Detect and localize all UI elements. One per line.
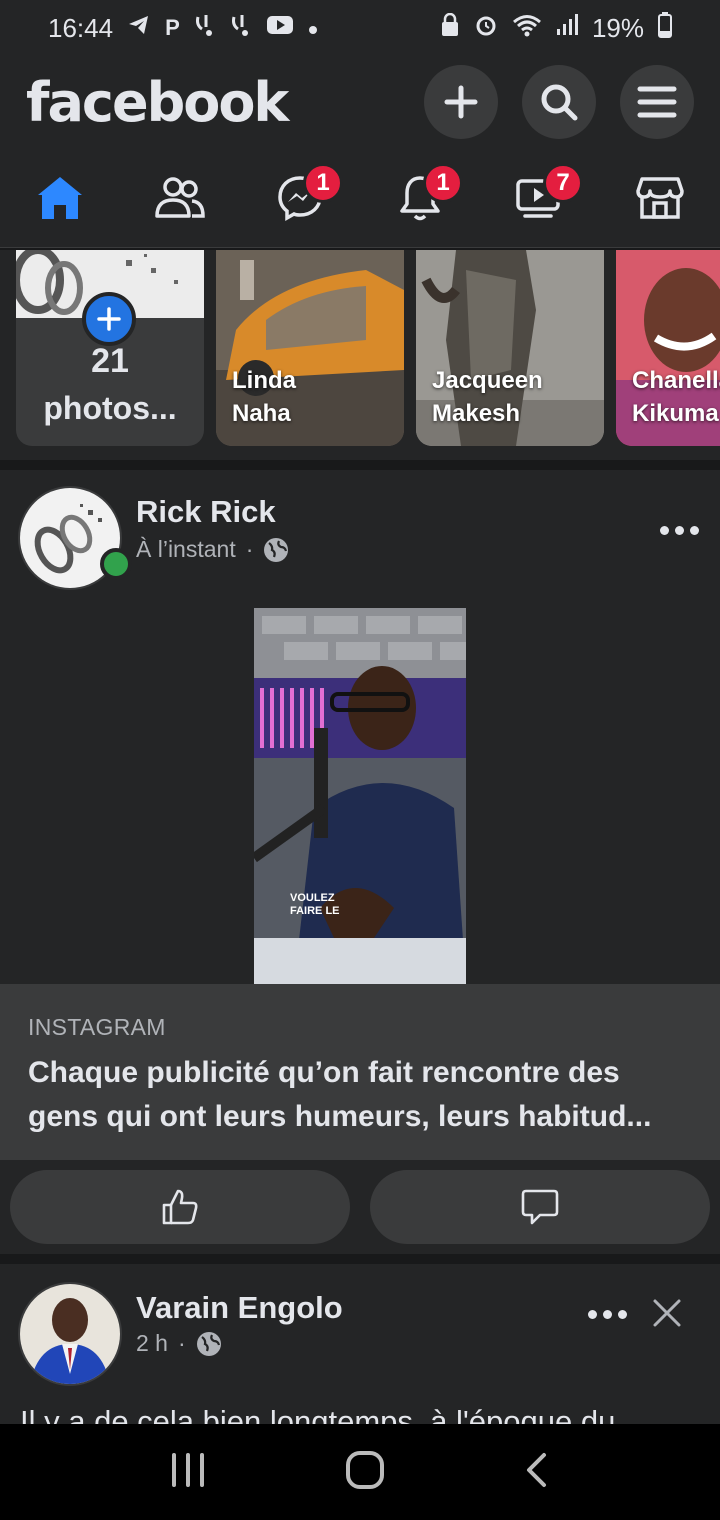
tab-marketplace[interactable]	[625, 163, 695, 233]
lock-icon	[440, 12, 460, 44]
avatar[interactable]	[18, 1282, 122, 1386]
post-video-thumbnail[interactable]: VOULEZ FAIRE LE	[254, 608, 466, 984]
like-button[interactable]	[10, 1170, 350, 1244]
link-preview[interactable]: INSTAGRAM Chaque publicité qu’on fait re…	[0, 984, 720, 1160]
post-options-button[interactable]	[660, 526, 699, 535]
story-photo-label: photos...	[43, 390, 177, 426]
messenger-badge: 1	[303, 162, 343, 203]
post-meta: À l’instant ·	[136, 536, 289, 563]
back-icon	[527, 1452, 547, 1487]
tab-notifications[interactable]: 1	[385, 162, 463, 233]
globe-icon	[264, 537, 289, 562]
more-dot-icon	[588, 1310, 597, 1319]
alarm-icon	[474, 13, 498, 44]
search-icon	[541, 84, 578, 121]
telegram-icon	[127, 13, 151, 43]
create-story-card[interactable]: 21 photos...	[16, 250, 204, 446]
hide-post-button[interactable]	[652, 1298, 682, 1328]
post-time[interactable]: 2 h	[136, 1330, 168, 1357]
status-time: 16:44	[48, 12, 114, 43]
post-author[interactable]: Varain Engolo	[136, 1290, 343, 1326]
comment-icon	[521, 1189, 559, 1225]
globe-icon	[196, 1331, 221, 1356]
link-title: Chaque publicité qu’on fait rencontre de…	[28, 1056, 652, 1133]
story-card[interactable]: Chanella Kikuma	[616, 250, 720, 446]
post-text: Il y a de cela bien longtemps, à l'époqu…	[20, 1404, 616, 1424]
home-nav-button[interactable]	[345, 1450, 385, 1495]
search-button[interactable]	[522, 65, 596, 139]
story-author: Chanella Kikuma	[632, 367, 720, 427]
post-time[interactable]: À l’instant	[136, 536, 236, 563]
post-meta: 2 h ·	[136, 1330, 222, 1357]
wifi-icon	[512, 13, 542, 44]
notification-icon	[230, 13, 252, 43]
system-nav-bar	[0, 1424, 720, 1520]
notifications-badge: 1	[423, 162, 463, 203]
home-circle-icon	[345, 1450, 384, 1489]
facebook-logo[interactable]: facebook	[26, 71, 289, 134]
notification-icon	[194, 13, 216, 43]
app-header: facebook	[0, 56, 720, 148]
battery-text: 19%	[591, 12, 644, 43]
story-card[interactable]: Linda Naha	[216, 250, 404, 446]
thumbs-up-icon	[162, 1189, 198, 1225]
more-dot-icon	[660, 526, 669, 535]
tab-home[interactable]	[25, 163, 95, 233]
home-icon	[38, 176, 82, 219]
add-icon	[444, 85, 478, 119]
back-button[interactable]	[524, 1452, 550, 1493]
feed-post: Varain Engolo 2 h · Il y a de cela bien …	[0, 1264, 720, 1424]
meta-separator: ·	[177, 1330, 186, 1356]
recents-icon	[171, 1452, 204, 1487]
close-icon	[653, 1299, 681, 1327]
comment-button[interactable]	[370, 1170, 710, 1244]
post-actions	[0, 1170, 720, 1244]
tab-friends[interactable]	[145, 163, 215, 233]
friends-icon	[155, 176, 205, 218]
plus-icon	[97, 307, 121, 331]
main-nav: 1 1 7	[0, 148, 720, 248]
tab-watch[interactable]: 7	[505, 162, 583, 233]
recent-apps-button[interactable]	[170, 1452, 206, 1492]
add-story-button[interactable]	[82, 292, 136, 346]
dot-icon	[308, 15, 318, 41]
watch-badge: 7	[543, 162, 583, 203]
signal-icon	[556, 13, 578, 44]
status-bar: 16:44 P 19%	[0, 0, 720, 56]
menu-icon	[637, 86, 677, 118]
youtube-icon	[266, 14, 294, 42]
meta-separator: ·	[245, 536, 254, 562]
p-icon: P	[165, 15, 180, 40]
story-author: Linda Naha	[232, 367, 296, 427]
post-options-button[interactable]	[588, 1310, 627, 1319]
link-source: INSTAGRAM	[28, 1014, 166, 1040]
story-author: Jacqueen Makesh	[432, 367, 543, 427]
menu-button[interactable]	[620, 65, 694, 139]
create-button[interactable]	[424, 65, 498, 139]
story-photo-count: 21	[91, 342, 129, 380]
store-icon	[636, 176, 684, 219]
section-divider	[0, 460, 720, 470]
post-author[interactable]: Rick Rick	[136, 494, 276, 530]
video-caption: VOULEZ FAIRE LE	[290, 892, 340, 917]
battery-icon	[658, 11, 672, 45]
tab-messenger[interactable]: 1	[265, 162, 343, 233]
stories-tray: 21 photos... Linda Naha Jacqueen Makesh	[0, 250, 720, 460]
section-divider	[0, 1254, 720, 1264]
feed-post: Rick Rick À l’instant · VOULEZ FAIRE LE …	[0, 470, 720, 1254]
online-status-dot	[100, 548, 132, 580]
story-card[interactable]: Jacqueen Makesh	[416, 250, 604, 446]
